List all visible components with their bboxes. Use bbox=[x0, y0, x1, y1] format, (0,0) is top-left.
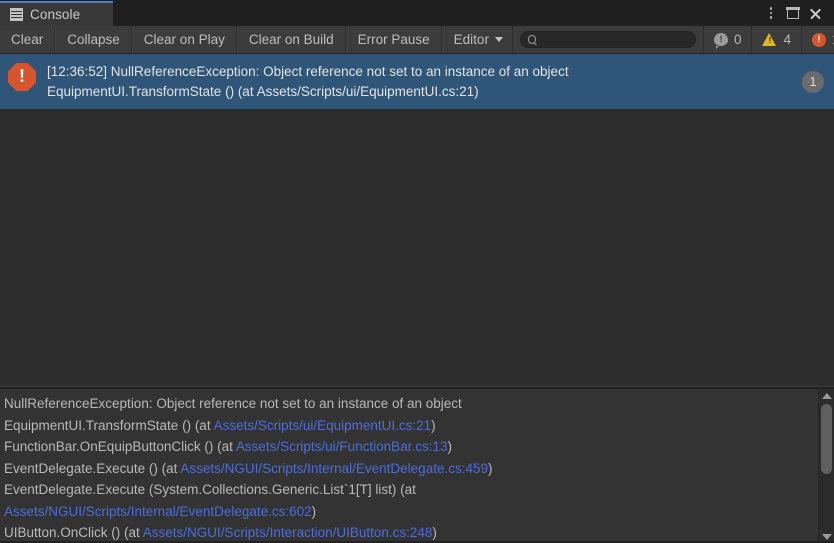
stack-trace-segment: EventDelegate.Execute (System.Collection… bbox=[4, 482, 416, 497]
stack-trace-segment: UIButton.OnClick () (at bbox=[4, 525, 143, 540]
stack-trace-segment: FunctionBar.OnEquipButtonClick () (at bbox=[4, 439, 236, 454]
stack-trace-pane: NullReferenceException: Object reference… bbox=[0, 389, 834, 543]
error-pause-button[interactable]: Error Pause bbox=[345, 26, 442, 53]
scroll-up-button[interactable] bbox=[819, 389, 834, 402]
maximize-icon bbox=[786, 6, 800, 19]
console-window: Console Clear Collapse Clear on Play Cle… bbox=[0, 0, 834, 543]
log-entry-row[interactable]: ! [12:36:52] NullReferenceException: Obj… bbox=[0, 54, 834, 109]
vertical-dots-icon bbox=[769, 7, 773, 19]
search-box[interactable] bbox=[519, 31, 696, 48]
log-list[interactable]: ! [12:36:52] NullReferenceException: Obj… bbox=[0, 54, 834, 386]
log-entry-line1: [12:36:52] NullReferenceException: Objec… bbox=[47, 64, 569, 79]
warning-counter[interactable]: ! 4 bbox=[751, 26, 801, 53]
stack-trace-link[interactable]: Assets/NGUI/Scripts/Internal/EventDelega… bbox=[4, 504, 312, 519]
scrollbar-track[interactable] bbox=[819, 402, 834, 530]
stack-trace-segment: ) bbox=[431, 417, 436, 433]
error-octagon-glyph: ! bbox=[19, 66, 25, 86]
log-entry-count-badge: 1 bbox=[802, 70, 824, 93]
stack-trace-segment: NullReferenceException: Object reference… bbox=[4, 396, 462, 411]
message-counters: ! 0 ! 4 ! 1 bbox=[702, 26, 834, 53]
stack-trace-segment: ) bbox=[311, 503, 317, 519]
info-bubble-icon: ! bbox=[713, 33, 728, 49]
search-container bbox=[512, 26, 703, 53]
error-octagon-icon: ! bbox=[8, 63, 36, 91]
stack-trace-segment: ) bbox=[432, 525, 437, 540]
warning-triangle-icon: ! bbox=[762, 33, 777, 46]
warning-count: 4 bbox=[783, 32, 791, 47]
scroll-up-arrow-icon bbox=[821, 392, 832, 399]
log-entry-text: [12:36:52] NullReferenceException: Objec… bbox=[36, 62, 802, 101]
collapse-button[interactable]: Collapse bbox=[55, 26, 132, 53]
chevron-down-icon bbox=[494, 37, 503, 42]
title-bar: Console bbox=[0, 0, 834, 26]
stack-trace-scrollbar[interactable] bbox=[818, 389, 834, 543]
stack-trace-text[interactable]: NullReferenceException: Object reference… bbox=[0, 389, 818, 543]
stack-trace-segment: ) bbox=[447, 439, 452, 454]
stack-trace-line: UIButton.OnClick () (at Assets/NGUI/Scri… bbox=[4, 522, 810, 543]
stack-trace-segment: EquipmentUI.TransformState () (at bbox=[4, 417, 214, 433]
tab-console-label: Console bbox=[30, 7, 81, 22]
stack-trace-link[interactable]: Assets/NGUI/Scripts/Internal/EventDelega… bbox=[180, 461, 488, 476]
warning-glyph: ! bbox=[768, 35, 772, 45]
stack-trace-line: EquipmentUI.TransformState () (at Assets… bbox=[4, 415, 810, 437]
clear-on-play-button[interactable]: Clear on Play bbox=[131, 26, 237, 53]
editor-dropdown[interactable]: Editor bbox=[441, 26, 513, 53]
stack-trace-line: EventDelegate.Execute (System.Collection… bbox=[4, 479, 810, 522]
window-menu-button[interactable] bbox=[760, 0, 782, 26]
close-icon bbox=[809, 7, 822, 20]
maximize-button[interactable] bbox=[782, 0, 804, 26]
tab-console[interactable]: Console bbox=[0, 1, 113, 26]
stack-trace-line: FunctionBar.OnEquipButtonClick () (at As… bbox=[4, 436, 810, 458]
close-button[interactable] bbox=[804, 0, 826, 26]
stack-trace-link[interactable]: Assets/NGUI/Scripts/Interaction/UIButton… bbox=[143, 525, 433, 540]
scrollbar-thumb[interactable] bbox=[821, 404, 832, 474]
console-toolbar: Clear Collapse Clear on Play Clear on Bu… bbox=[0, 26, 834, 54]
stack-trace-link[interactable]: Assets/Scripts/ui/EquipmentUI.cs:21 bbox=[214, 418, 432, 433]
window-controls bbox=[760, 0, 834, 26]
console-lines-icon bbox=[10, 8, 23, 21]
stack-trace-segment: ) bbox=[487, 460, 493, 476]
search-icon bbox=[527, 35, 537, 44]
search-input[interactable] bbox=[541, 33, 696, 46]
info-count: 0 bbox=[733, 32, 742, 47]
error-counter[interactable]: ! 1 bbox=[800, 26, 834, 53]
error-circle-icon: ! bbox=[811, 32, 826, 47]
clear-button[interactable]: Clear bbox=[0, 26, 56, 53]
stack-trace-line: EventDelegate.Execute () (at Assets/NGUI… bbox=[4, 458, 810, 480]
editor-dropdown-label: Editor bbox=[453, 32, 489, 47]
stack-trace-segment: EventDelegate.Execute () (at bbox=[4, 460, 181, 476]
stack-trace-line: NullReferenceException: Object reference… bbox=[4, 393, 810, 415]
clear-on-build-button[interactable]: Clear on Build bbox=[236, 26, 346, 53]
scroll-down-arrow-icon bbox=[821, 533, 832, 540]
info-glyph: ! bbox=[719, 33, 723, 44]
log-entry-line2: EquipmentUI.TransformState () (at Assets… bbox=[47, 83, 479, 99]
stack-trace-link[interactable]: Assets/Scripts/ui/FunctionBar.cs:13 bbox=[236, 439, 448, 454]
info-counter[interactable]: ! 0 bbox=[702, 26, 752, 53]
